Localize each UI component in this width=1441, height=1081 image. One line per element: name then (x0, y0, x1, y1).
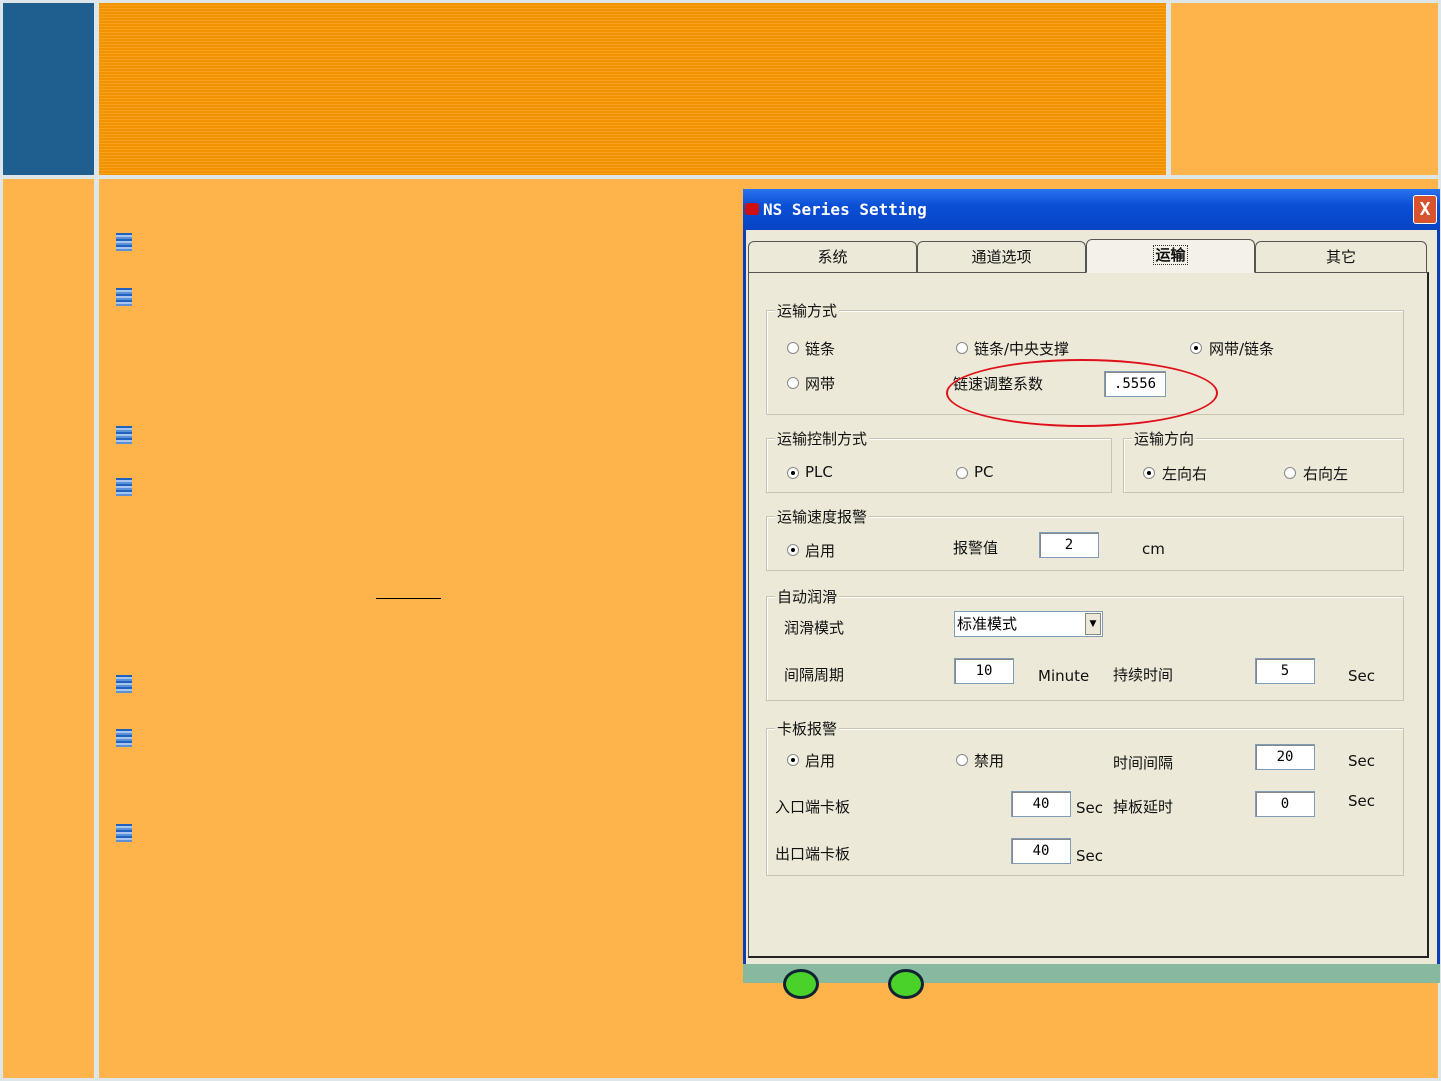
group-label: 运输方式 (775, 300, 840, 321)
radio-jam-disable[interactable] (956, 754, 968, 766)
radio-label: 链条/中央支撑 (974, 340, 1070, 358)
radio-mesh[interactable] (787, 377, 799, 389)
left-column (3, 179, 94, 1078)
radio-jam-enable[interactable] (787, 754, 799, 766)
background-app-strip (743, 964, 1440, 983)
tab-system[interactable]: 系统 (748, 241, 917, 272)
exit-jam-input[interactable]: 40 (1011, 838, 1071, 864)
bullet-icon (116, 478, 132, 496)
close-button[interactable]: X (1413, 195, 1437, 224)
entry-jam-label: 入口端卡板 (775, 798, 851, 816)
alarm-value-label: 报警值 (953, 539, 999, 557)
tab-label: 运输 (1153, 245, 1188, 265)
exit-jam-label: 出口端卡板 (775, 845, 851, 863)
drop-delay-label: 掉板延时 (1113, 798, 1174, 816)
tab-other[interactable]: 其它 (1255, 241, 1427, 272)
lube-mode-label: 润滑模式 (784, 619, 845, 637)
drop-delay-input[interactable]: 0 (1255, 791, 1315, 817)
unit-label: cm (1142, 540, 1165, 558)
radio-mesh-chain[interactable] (1190, 342, 1202, 354)
radio-label: 启用 (805, 542, 836, 560)
radio-speed-alarm-enable[interactable] (787, 544, 799, 556)
group-label: 运输速度报警 (775, 506, 870, 527)
unit-label: Sec (1076, 799, 1103, 817)
right-header-block (1171, 3, 1438, 175)
radio-label: 网带 (805, 375, 836, 393)
entry-jam-input[interactable]: 40 (1011, 791, 1071, 817)
unit-label: Minute (1038, 667, 1090, 685)
title-banner (99, 3, 1166, 175)
dialog-title: NS Series Setting (763, 200, 927, 219)
tab-label: 通道选项 (971, 248, 1032, 266)
radio-label: 右向左 (1303, 465, 1349, 483)
left-header-block (3, 3, 94, 175)
bullet-icon (116, 426, 132, 444)
tab-label: 系统 (817, 248, 848, 266)
group-label: 运输方向 (1132, 428, 1197, 449)
radio-label: 链条 (805, 340, 836, 358)
radio-label: 网带/链条 (1209, 340, 1275, 358)
bullet-icon (116, 729, 132, 747)
tab-channel-options[interactable]: 通道选项 (917, 241, 1086, 272)
group-label: 运输控制方式 (775, 428, 870, 449)
select-value: 标准模式 (957, 615, 1018, 633)
chevron-down-icon: ▼ (1085, 613, 1101, 635)
radio-left-to-right[interactable] (1143, 467, 1155, 479)
alarm-value-input[interactable]: 2 (1039, 532, 1099, 558)
radio-label: 启用 (805, 752, 836, 770)
title-bar[interactable]: NS Series Setting X (743, 189, 1440, 230)
settings-dialog: NS Series Setting X 系统 通道选项 运输 其它 运输方式 链… (743, 189, 1440, 999)
tab-transport[interactable]: 运输 (1086, 239, 1255, 273)
group-label: 自动润滑 (775, 586, 840, 607)
group-label: 卡板报警 (775, 718, 840, 739)
time-interval-label: 时间间隔 (1113, 754, 1174, 772)
app-icon (745, 203, 759, 215)
interval-label: 间隔周期 (784, 666, 845, 684)
highlight-ellipse (946, 359, 1218, 427)
unit-label: Sec (1348, 792, 1375, 810)
radio-chain-center[interactable] (956, 342, 968, 354)
unit-label: Sec (1348, 752, 1375, 770)
radio-right-to-left[interactable] (1284, 467, 1296, 479)
unit-label: Sec (1348, 667, 1375, 685)
status-led-icon (783, 969, 819, 999)
bullet-icon (116, 824, 132, 842)
radio-label: PC (974, 463, 994, 481)
interval-input[interactable]: 10 (954, 658, 1014, 684)
duration-label: 持续时间 (1113, 666, 1174, 684)
time-interval-input[interactable]: 20 (1255, 744, 1315, 770)
bullet-icon (116, 233, 132, 251)
underline-blank (376, 598, 441, 599)
radio-chain[interactable] (787, 342, 799, 354)
radio-plc[interactable] (787, 467, 799, 479)
bullet-icon (116, 288, 132, 306)
radio-pc[interactable] (956, 467, 968, 479)
duration-input[interactable]: 5 (1255, 658, 1315, 684)
radio-label: 左向右 (1162, 465, 1208, 483)
tab-label: 其它 (1325, 248, 1356, 266)
bullet-icon (116, 675, 132, 693)
unit-label: Sec (1076, 847, 1103, 865)
radio-label: PLC (805, 463, 833, 481)
status-led-icon (888, 969, 924, 999)
radio-label: 禁用 (974, 752, 1005, 770)
lube-mode-select[interactable]: 标准模式 ▼ (954, 611, 1103, 637)
